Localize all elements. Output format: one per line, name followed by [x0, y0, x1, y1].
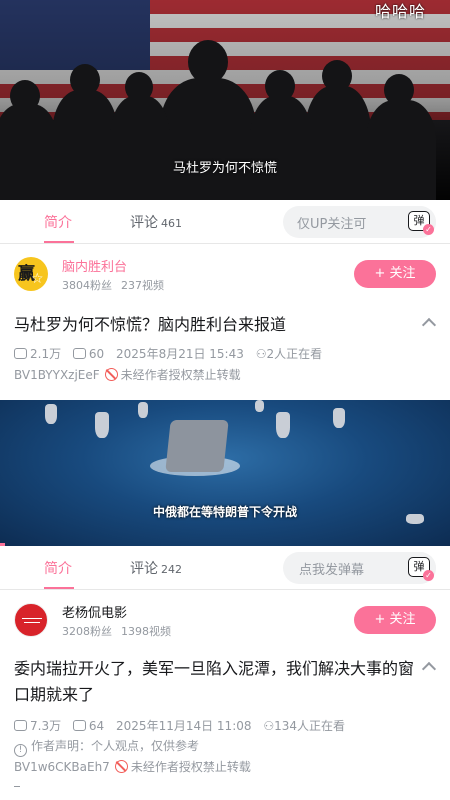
danmaku-count-icon [72, 348, 86, 359]
video-stats: 2.1万 60 2025年8月21日 15:43 ⚇2人正在看 [14, 345, 322, 362]
video-top-tag: 哈哈哈 [374, 2, 426, 21]
danmaku-count: 60 [88, 347, 105, 361]
fans-count: 3208粉丝 [62, 625, 112, 638]
check-icon: ✓ [423, 224, 434, 235]
uploader-row: 赢 ☆ 脑内胜利台 3804粉丝 237视频 + 关注 [0, 252, 450, 308]
escort-ship [138, 402, 148, 418]
avatar[interactable] [14, 603, 48, 637]
tab-comments[interactable]: 评论 461 [130, 212, 182, 232]
watching-count: 2人正在看 [266, 347, 323, 361]
video-player[interactable]: 哈哈哈 马杜罗为何不惊慌 [0, 0, 450, 200]
publish-date: 2025年8月21日 15:43 [116, 347, 244, 361]
danmaku-count-icon [72, 720, 86, 731]
escort-ship [255, 400, 264, 412]
tab-intro[interactable]: 简介 [44, 212, 72, 232]
collapse-chevron-icon[interactable] [421, 317, 437, 333]
escort-ship [333, 408, 345, 428]
tab-bar: 简介 评论 242 点我发弹幕 弹 ✓ [0, 546, 450, 590]
danmaku-toggle-button[interactable]: 弹 ✓ [400, 206, 436, 238]
collapse-chevron-icon[interactable] [421, 661, 437, 677]
bvid-row: BV1w6CKBaEh7 未经作者授权禁止转载 [14, 758, 251, 775]
tab-indicator [44, 241, 74, 243]
silhouette [160, 78, 256, 200]
video-count: 1398视频 [121, 625, 171, 638]
carrier-ship [165, 420, 229, 472]
silhouette [110, 96, 170, 200]
divider [14, 786, 20, 787]
play-count: 7.3万 [30, 719, 62, 733]
tab-indicator [44, 587, 74, 589]
star-icon: ☆ [31, 271, 44, 287]
comment-count: 461 [161, 217, 182, 230]
bvid[interactable]: BV1BYYXzjEeF [14, 368, 100, 382]
declaration-text: 作者声明：个人观点，仅供参考 [31, 739, 200, 753]
danmaku-toggle-icon: 弹 ✓ [408, 557, 434, 581]
tab-comments-label: 评论 [130, 215, 158, 231]
danmaku-toggle-button[interactable]: 弹 ✓ [400, 552, 436, 584]
escort-ship [45, 404, 57, 424]
danmaku-toggle-icon: 弹 ✓ [408, 211, 434, 235]
uploader-name[interactable]: 老杨侃电影 [62, 602, 127, 621]
video-player[interactable]: 中俄都在等特朗普下令开战 [0, 400, 450, 546]
uploader-row: 老杨侃电影 3208粉丝 1398视频 + 关注 [0, 598, 450, 654]
avatar[interactable]: 赢 ☆ [14, 257, 48, 291]
uploader-stats: 3804粉丝 237视频 [62, 277, 164, 293]
silhouette [250, 96, 312, 200]
tab-comments[interactable]: 评论 242 [130, 558, 182, 578]
play-count-icon [14, 720, 27, 731]
publish-date: 2025年11月14日 11:08 [116, 719, 252, 733]
uploader-name[interactable]: 脑内胜利台 [62, 256, 127, 275]
author-declaration: ! 作者声明：个人观点，仅供参考 [14, 737, 199, 757]
silhouette [305, 86, 371, 200]
video-title: 马杜罗为何不惊慌？脑内胜利台来报道 [14, 315, 287, 334]
info-icon: ! [14, 744, 27, 757]
avatar-logo-line [22, 618, 42, 619]
viewers-icon: ⚇ [255, 347, 267, 361]
silhouette [366, 100, 436, 200]
video-count: 237视频 [121, 279, 164, 292]
uploader-stats: 3208粉丝 1398视频 [62, 623, 171, 639]
escort-ship [95, 412, 109, 438]
no-repost-icon [114, 760, 128, 773]
fans-count: 3804粉丝 [62, 279, 112, 292]
escort-ship [276, 412, 290, 438]
watching-count: 134人正在看 [274, 719, 346, 733]
copyright-notice: 未经作者授权禁止转载 [120, 368, 241, 382]
video-subtitle: 马杜罗为何不惊慌 [172, 161, 277, 176]
avatar-logo-line [24, 622, 40, 623]
video-subtitle: 中俄都在等特朗普下令开战 [152, 505, 297, 519]
bvid-row: BV1BYYXzjEeF 未经作者授权禁止转载 [14, 366, 241, 383]
no-repost-icon [104, 368, 118, 381]
play-count: 2.1万 [30, 347, 62, 361]
viewers-icon: ⚇ [263, 719, 275, 733]
silhouette [0, 104, 58, 200]
danmaku-icon-label: 弹 [413, 214, 425, 227]
danmaku-icon-label: 弹 [413, 560, 425, 573]
follow-button[interactable]: + 关注 [354, 260, 436, 288]
check-icon: ✓ [423, 570, 434, 581]
danmaku-count: 64 [88, 719, 105, 733]
follow-button[interactable]: + 关注 [354, 606, 436, 634]
tab-intro[interactable]: 简介 [44, 558, 72, 578]
copyright-notice: 未经作者授权禁止转载 [130, 760, 251, 774]
tab-bar: 简介 评论 461 仅UP关注可 弹 ✓ [0, 200, 450, 244]
bvid[interactable]: BV1w6CKBaEh7 [14, 760, 110, 774]
tab-comments-label: 评论 [130, 561, 158, 577]
comment-count: 242 [161, 563, 182, 576]
play-count-icon [14, 348, 27, 359]
video-stats: 7.3万 64 2025年11月14日 11:08 ⚇134人正在看 [14, 717, 345, 734]
video-title: 委内瑞拉开火了，美军一旦陷入泥潭，我们解决大事的窗口期就来了 [14, 659, 415, 704]
silhouette [52, 90, 118, 200]
